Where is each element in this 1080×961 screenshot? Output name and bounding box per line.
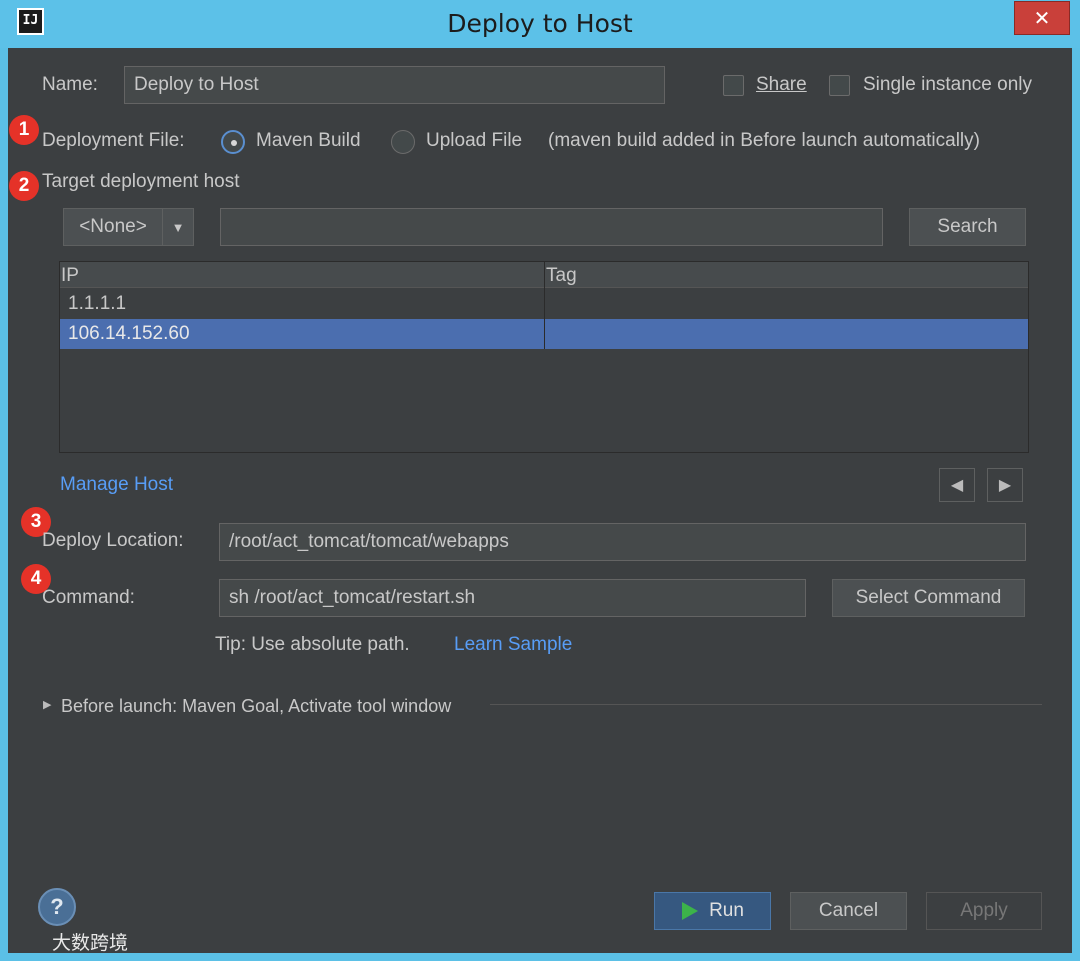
column-header-tag: Tag [546, 265, 577, 286]
name-label: Name: [42, 74, 98, 95]
deploy-location-input[interactable]: /root/act_tomcat/tomcat/webapps [219, 523, 1026, 561]
previous-page-icon[interactable]: ◀ [939, 468, 975, 502]
maven-build-radio[interactable] [221, 130, 245, 154]
learn-sample-link[interactable]: Learn Sample [454, 634, 572, 656]
apply-button[interactable]: Apply [926, 892, 1042, 930]
next-page-icon[interactable]: ▶ [987, 468, 1023, 502]
command-label: Command: [42, 587, 135, 608]
single-instance-checkbox[interactable] [829, 75, 850, 96]
deployment-note: (maven build added in Before launch auto… [548, 130, 980, 151]
share-checkbox[interactable] [723, 75, 744, 96]
close-button[interactable]: ✕ [1014, 1, 1070, 35]
select-command-button[interactable]: Select Command [832, 579, 1025, 617]
annotation-badge-1: 1 [9, 115, 39, 145]
title-bar: IJ Deploy to Host ✕ [0, 0, 1080, 48]
deploy-location-label: Deploy Location: [42, 530, 184, 551]
before-launch-label[interactable]: Before launch: Maven Goal, Activate tool… [61, 696, 451, 717]
run-button[interactable]: Run [654, 892, 771, 930]
column-divider [544, 262, 545, 349]
dialog-content: Name: Deploy to Host Share Single instan… [8, 48, 1072, 954]
expand-arrow-icon[interactable]: ▶ [43, 698, 51, 711]
tip-text: Tip: Use absolute path. [215, 634, 410, 655]
name-input[interactable]: Deploy to Host [124, 66, 665, 104]
manage-host-link[interactable]: Manage Host [60, 474, 173, 496]
host-filter-dropdown[interactable]: <None> [63, 208, 163, 246]
chevron-down-icon[interactable]: ▼ [162, 208, 194, 246]
annotation-badge-2: 2 [9, 171, 39, 201]
upload-file-radio[interactable] [391, 130, 415, 154]
target-host-label: Target deployment host [42, 171, 240, 192]
run-icon [682, 902, 699, 920]
window-title: Deploy to Host [447, 9, 633, 38]
share-label: Share [756, 74, 807, 95]
host-ip-cell: 106.14.152.60 [68, 323, 190, 344]
deployment-file-label: Deployment File: [42, 130, 185, 151]
help-icon[interactable]: ? [38, 888, 76, 926]
host-search-input[interactable] [220, 208, 883, 246]
host-ip-cell: 1.1.1.1 [68, 293, 127, 314]
command-input[interactable]: sh /root/act_tomcat/restart.sh [219, 579, 806, 617]
maven-build-label: Maven Build [256, 130, 361, 151]
single-instance-label: Single instance only [863, 74, 1032, 95]
watermark-text: 大数跨境 [52, 932, 129, 954]
before-launch-separator [490, 704, 1042, 705]
host-table: IP Tag 1.1.1.1 106.14.152.60 [59, 261, 1029, 453]
search-button[interactable]: Search [909, 208, 1026, 246]
run-label: Run [709, 900, 744, 921]
upload-file-label: Upload File [426, 130, 523, 151]
column-header-ip: IP [61, 265, 79, 286]
cancel-button[interactable]: Cancel [790, 892, 907, 930]
